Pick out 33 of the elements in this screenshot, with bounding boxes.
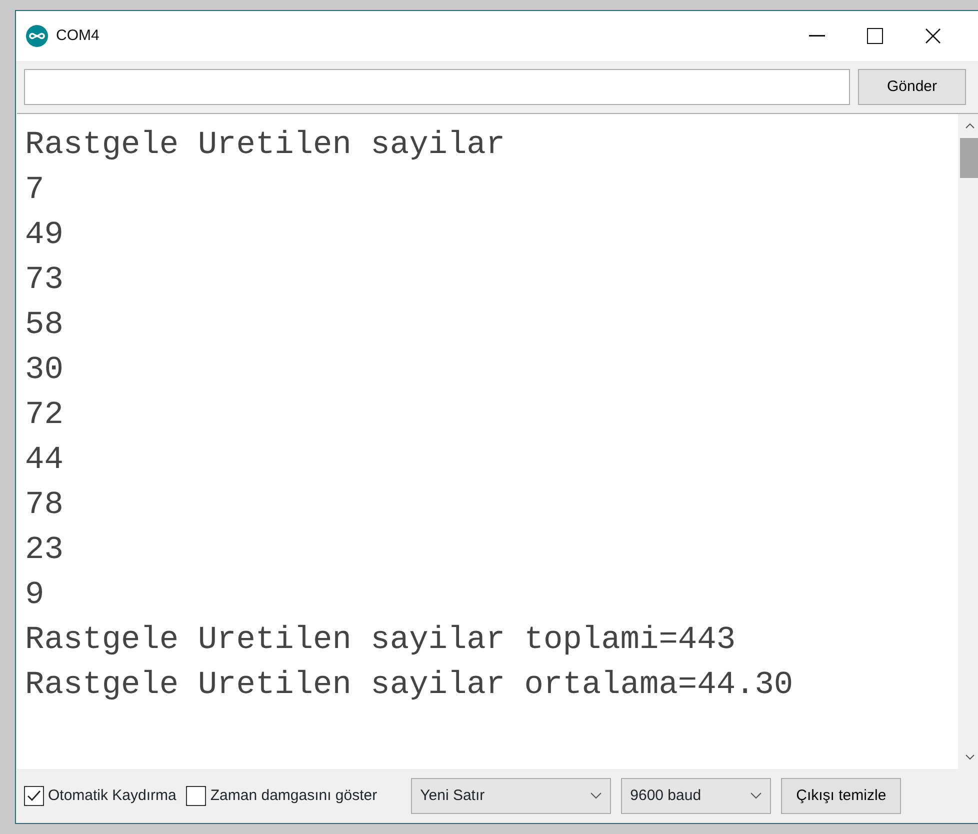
output-line: 30	[25, 351, 64, 388]
dropdown[interactable]: Yeni Satır	[411, 778, 612, 814]
close-icon[interactable]	[925, 28, 941, 44]
scroll-up-icon[interactable]	[965, 122, 975, 130]
scroll-down-icon[interactable]	[965, 753, 975, 761]
input-field[interactable]	[24, 69, 850, 105]
window-title: COM4	[56, 26, 100, 46]
output-line: Rastgele Uretilen sayilar	[25, 126, 506, 163]
output-line: 9	[25, 576, 44, 613]
checkbox[interactable]	[186, 786, 206, 806]
output-line: Rastgele Uretilen sayilar ortalama=44.30	[25, 666, 794, 703]
output-line: 78	[25, 486, 64, 523]
minimize-icon[interactable]	[809, 35, 825, 37]
output-line: 73	[25, 261, 64, 298]
chevron-icon	[590, 792, 602, 800]
dropdown[interactable]: 9600 baud	[621, 778, 772, 814]
checkbox-label[interactable]: Otomatik Kaydırma	[48, 784, 176, 808]
checkmark-icon	[27, 790, 41, 802]
infinity-logo-icon	[26, 25, 48, 47]
output-line: 23	[25, 531, 64, 568]
output-line: 49	[25, 216, 64, 253]
scrollbar-thumb[interactable]	[960, 138, 978, 178]
output-line: 44	[25, 441, 64, 478]
output-line: Rastgele Uretilen sayilar toplami=443	[25, 621, 736, 658]
clear-output-button[interactable]: Çıkışı temizle	[781, 778, 902, 814]
send-button[interactable]: Gönder	[858, 69, 966, 105]
checkbox[interactable]	[24, 786, 44, 806]
output-line: 58	[25, 306, 64, 343]
checkbox-label[interactable]: Zaman damgasını göster	[210, 784, 378, 808]
chevron-icon	[750, 792, 762, 800]
maximize-icon[interactable]	[867, 28, 883, 44]
output-line: 7	[25, 171, 44, 208]
output-line: 72	[25, 396, 64, 433]
